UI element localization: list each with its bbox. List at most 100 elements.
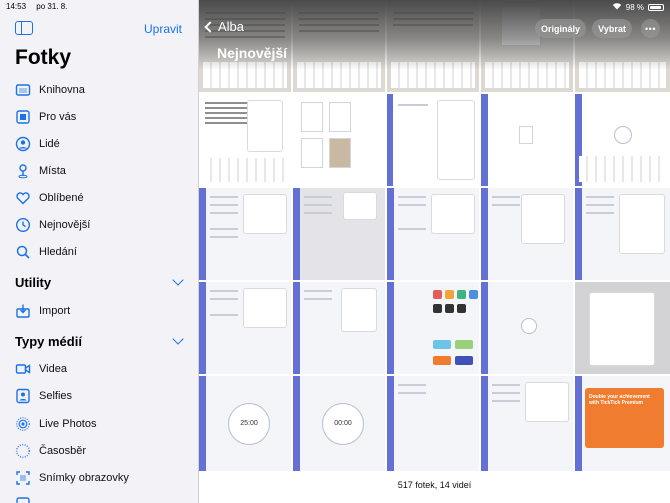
sidebar-item-label: Pro vás <box>39 111 77 123</box>
list-row <box>586 196 614 198</box>
photo-thumbnail[interactable] <box>481 282 573 374</box>
app-sidebar <box>481 376 488 471</box>
keyboard-image <box>203 158 287 182</box>
more-icon[interactable]: ••• <box>641 19 660 38</box>
search-illustration <box>613 126 632 144</box>
photo-thumbnail[interactable] <box>293 94 385 186</box>
alarm-illustration <box>521 318 537 334</box>
theme-preview <box>455 340 473 349</box>
color-swatch <box>445 304 454 313</box>
list-row <box>210 290 238 292</box>
photo-count: 517 fotek, 14 videí <box>397 480 472 490</box>
detail-panel <box>525 382 569 422</box>
photo-thumbnail[interactable] <box>387 94 479 186</box>
sidebar-toggle-icon[interactable] <box>15 21 33 35</box>
selfie-icon <box>15 388 31 404</box>
chevron-down-icon[interactable] <box>172 274 184 286</box>
app-sidebar <box>387 188 394 280</box>
section-media-types[interactable]: Typy médií <box>15 331 184 351</box>
ipad-screen: 14:53 po 31. 8. Upravit Fotky Knihovna P… <box>0 0 670 503</box>
sidebar-item-for-you[interactable]: Pro vás <box>15 107 76 127</box>
list-row <box>210 196 238 198</box>
photo-thumbnail[interactable] <box>293 188 385 280</box>
sidebar-item-favorites[interactable]: Oblíbené <box>15 188 84 208</box>
section-utility[interactable]: Utility <box>15 272 184 292</box>
sidebar-item-timelapse[interactable]: Časosběr <box>15 441 86 461</box>
photo-thumbnail[interactable] <box>387 188 479 280</box>
import-icon <box>15 303 31 319</box>
clock-icon <box>15 217 31 233</box>
app-sidebar <box>293 282 300 374</box>
sidebar-item-people[interactable]: Lidé <box>15 134 60 154</box>
sidebar-item-label: Import <box>39 305 71 317</box>
photo-thumbnail[interactable] <box>481 94 573 186</box>
section-utility-label: Utility <box>15 274 52 290</box>
menu-popup <box>247 100 283 152</box>
sidebar-item-selfies[interactable]: Selfies <box>15 386 72 406</box>
stopwatch-timer: 00:00 <box>322 402 364 445</box>
settings-panel <box>437 100 475 180</box>
sidebar: 14:53 po 31. 8. Upravit Fotky Knihovna P… <box>0 0 199 503</box>
text-line <box>205 112 251 114</box>
photo-thumbnail[interactable] <box>481 376 573 471</box>
sidebar-item-label: Časosběr <box>39 445 87 457</box>
photo-thumbnail[interactable] <box>199 282 291 374</box>
sidebar-item-partial[interactable] <box>15 494 31 503</box>
back-button[interactable]: Alba <box>204 19 244 34</box>
photo-thumbnail[interactable] <box>575 94 670 186</box>
chevron-down-icon[interactable] <box>172 333 184 345</box>
select-button[interactable]: Vybrat <box>592 19 632 38</box>
sidebar-title: Fotky <box>15 46 72 69</box>
sidebar-item-label: Lidé <box>39 138 60 150</box>
photo-thumbnail[interactable] <box>387 376 479 471</box>
sidebar-item-videos[interactable]: Videa <box>15 359 67 379</box>
sidebar-item-label: Videa <box>39 363 67 375</box>
color-swatch <box>445 290 454 299</box>
photo-thumbnail[interactable] <box>199 188 291 280</box>
sidebar-item-label: Nejnovější <box>39 219 91 231</box>
app-sidebar <box>387 94 393 186</box>
photo-thumbnail[interactable] <box>293 282 385 374</box>
photo-thumbnail[interactable] <box>575 188 670 280</box>
sidebar-item-label: Selfies <box>39 390 73 402</box>
heart-icon <box>15 190 31 206</box>
photo-thumbnail[interactable] <box>387 282 479 374</box>
sidebar-item-library[interactable]: Knihovna <box>15 80 85 100</box>
list-row <box>398 104 428 106</box>
list-row <box>304 290 332 292</box>
list-row <box>492 400 520 402</box>
sidebar-item-label: Hledání <box>39 246 77 258</box>
search-icon <box>15 244 31 260</box>
text-line <box>205 122 251 124</box>
theme-preview <box>455 356 473 365</box>
list-row <box>304 212 332 214</box>
list-row <box>492 384 520 386</box>
app-sidebar <box>575 376 582 471</box>
originals-button[interactable]: Originály <box>535 19 586 38</box>
photo-thumbnail[interactable] <box>199 94 291 186</box>
status-time: 14:53 <box>6 2 27 11</box>
sidebar-item-label: Live Photos <box>39 418 97 430</box>
sidebar-item-search[interactable]: Hledání <box>15 242 77 262</box>
photo-thumbnail[interactable] <box>575 282 670 374</box>
text-line <box>205 117 251 119</box>
photos-main: 25:00 00:00 Double your achievement with… <box>199 0 670 503</box>
photo-thumbnail[interactable]: 25:00 <box>199 376 291 471</box>
empty-state-icon <box>519 126 533 144</box>
sidebar-item-recents[interactable]: Nejnovější <box>15 215 90 235</box>
list-row <box>210 314 238 316</box>
battery-percent: 98 % <box>625 2 644 12</box>
sidebar-item-places[interactable]: Místa <box>15 161 66 181</box>
photo-thumbnail[interactable]: 00:00 <box>293 376 385 471</box>
photo-thumbnail[interactable] <box>481 188 573 280</box>
theme-preview <box>433 356 451 365</box>
text-line <box>205 102 251 104</box>
page-image <box>301 138 323 168</box>
pomodoro-timer: 25:00 <box>228 402 270 445</box>
sidebar-item-import[interactable]: Import <box>15 301 70 321</box>
sidebar-item-live-photos[interactable]: Live Photos <box>15 414 96 434</box>
sidebar-item-screenshots[interactable]: Snímky obrazovky <box>15 468 129 488</box>
edit-button[interactable]: Upravit <box>144 22 182 36</box>
photo-thumbnail[interactable]: Double your achievement with TickTick Pr… <box>575 376 670 471</box>
menu-popup <box>341 288 377 332</box>
